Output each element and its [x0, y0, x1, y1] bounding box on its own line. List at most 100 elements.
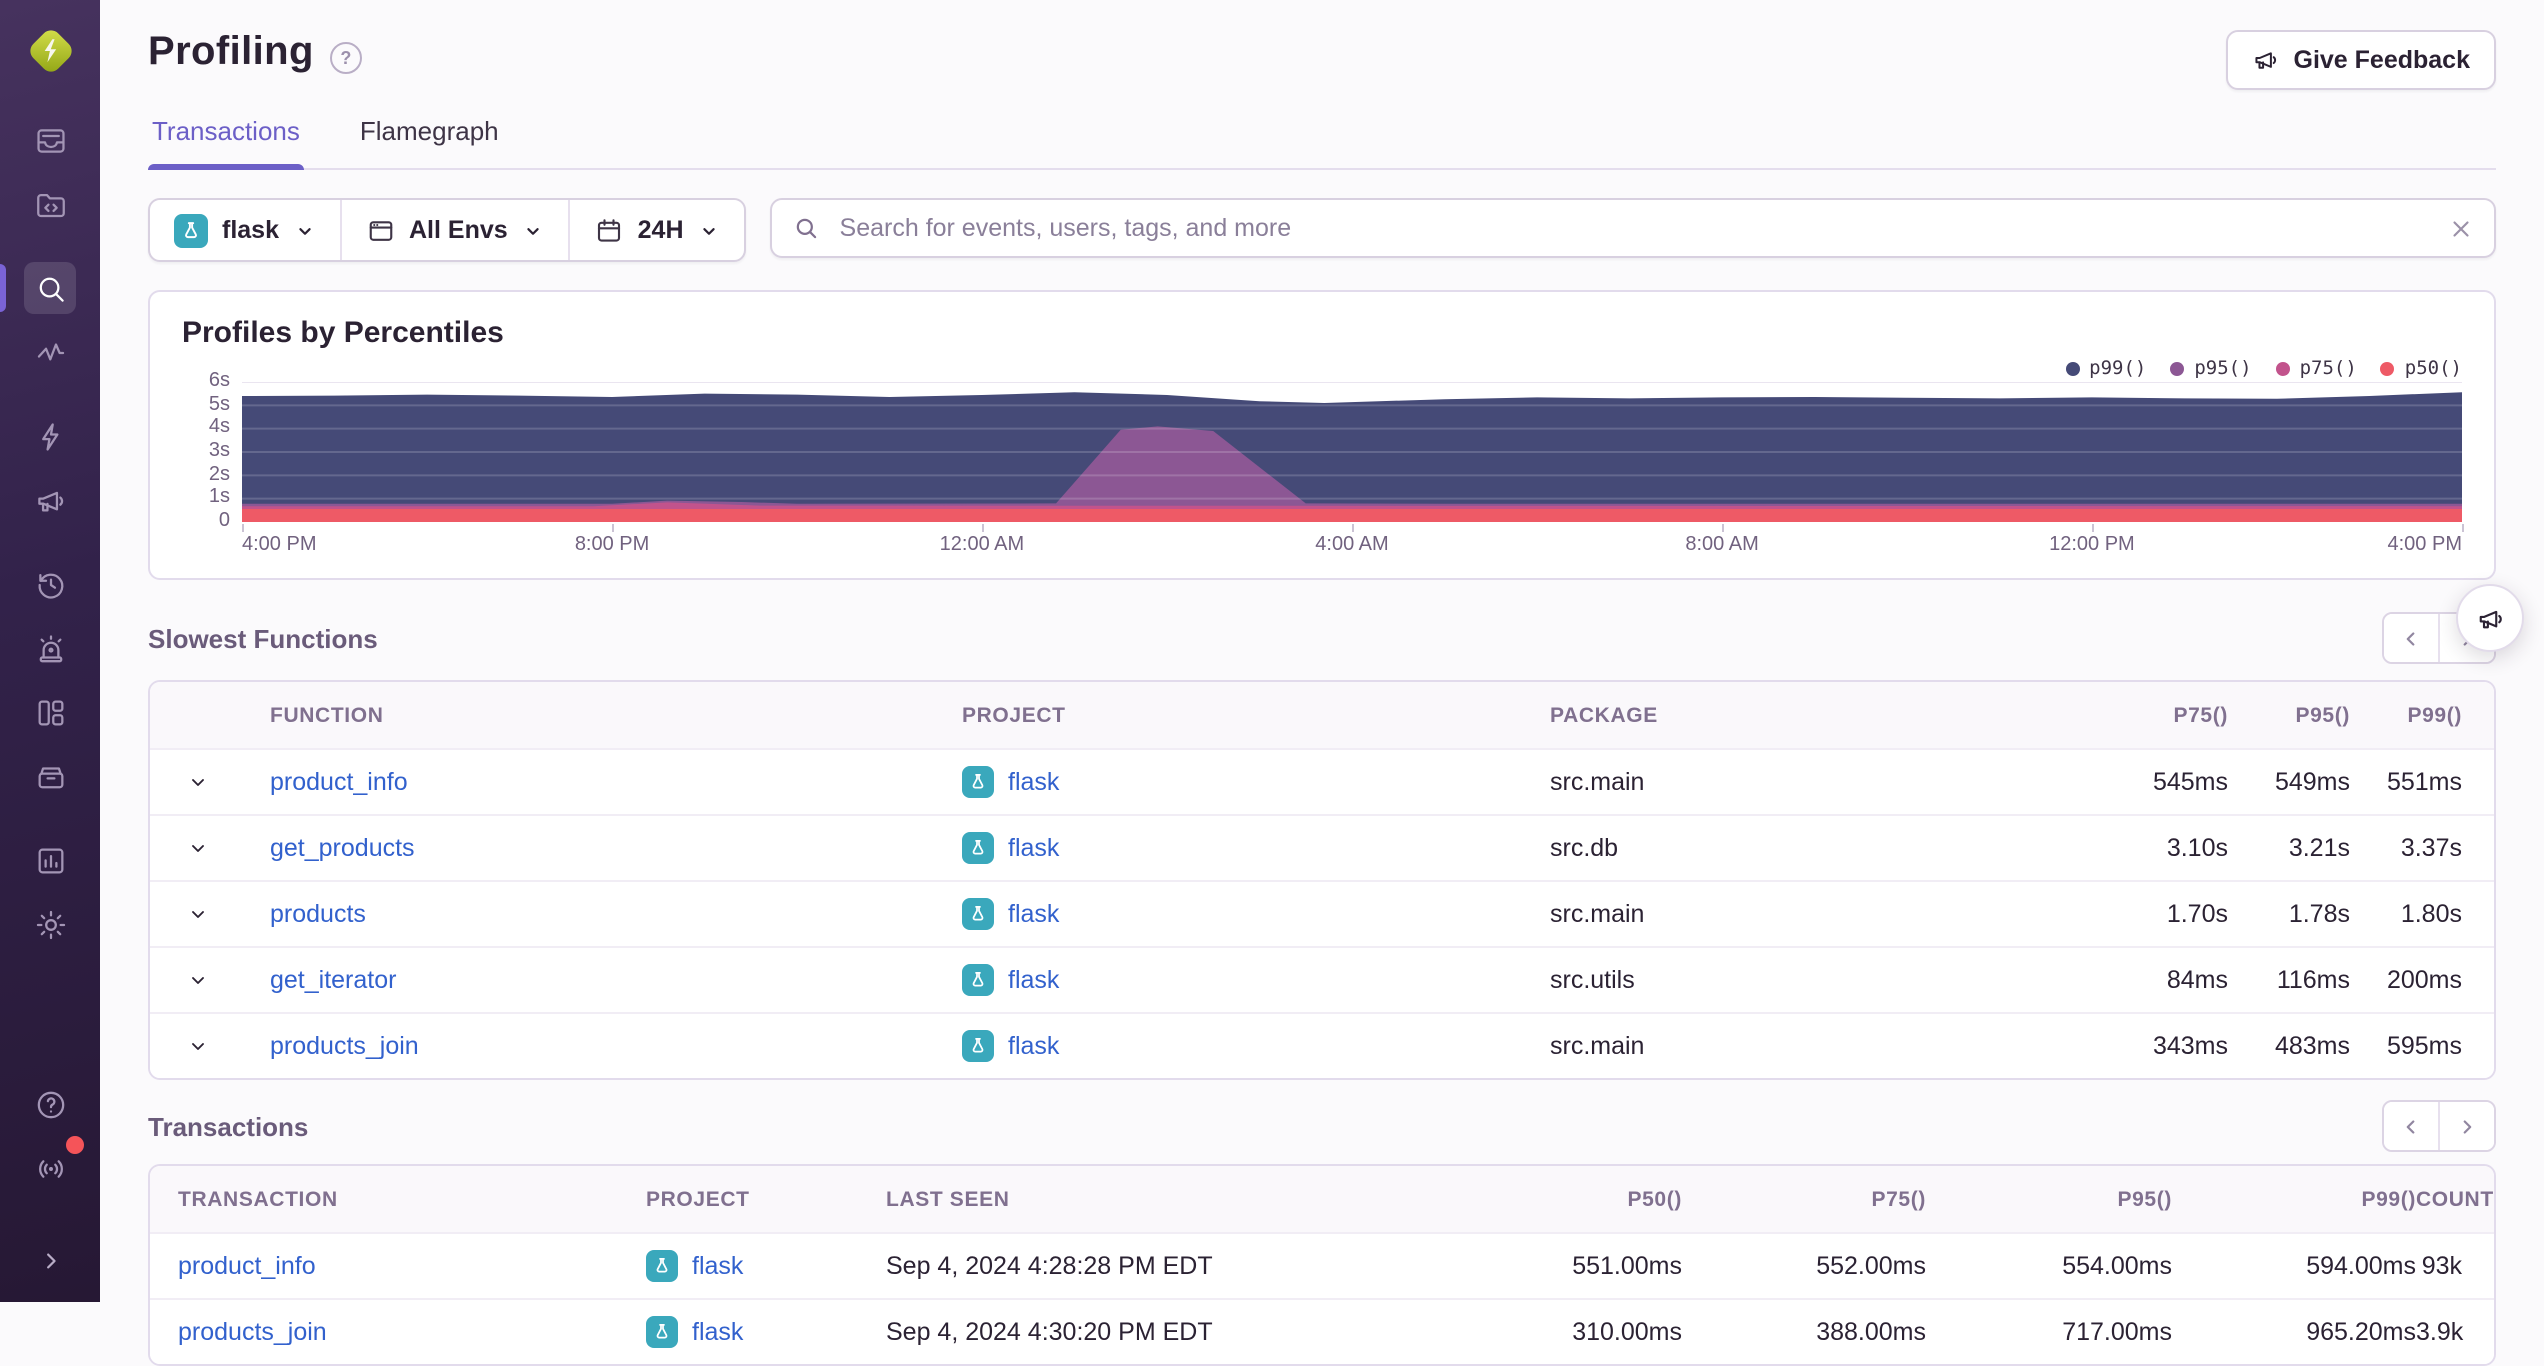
tab-transactions[interactable]: Transactions [148, 116, 304, 170]
search-icon [796, 218, 816, 239]
x-axis: 4:00 PM 8:00 PM 12:00 AM 4:00 AM 8:00 AM 12:0… [242, 524, 2464, 562]
help-circle-icon[interactable] [329, 41, 362, 73]
project-link[interactable]: flask [1008, 834, 1059, 862]
p99-value: 965.20ms [2306, 1318, 2416, 1346]
function-link[interactable]: products [270, 900, 366, 928]
sidebar-item-issues[interactable] [24, 114, 76, 166]
filter-bar: flask All Envs 24H [148, 198, 2496, 262]
sidebar-item-search[interactable] [0, 262, 76, 314]
sidebar-item-replays[interactable] [24, 558, 76, 610]
sidebar-item-help[interactable] [24, 1078, 76, 1130]
function-row[interactable]: products_join flask src.main 343ms 483ms 595m… [150, 1012, 2494, 1078]
chev-down-icon [192, 779, 204, 786]
p95-value: 483ms [2274, 1032, 2350, 1060]
sidebar-item-explore[interactable] [24, 178, 76, 230]
project-link[interactable]: flask [692, 1318, 743, 1346]
sidebar-item-stats[interactable] [24, 834, 76, 886]
function-row[interactable]: products flask src.main 1.70s 1.78s 1.80s [150, 880, 2494, 946]
transaction-row[interactable]: product_info flask Sep 4, 2024 4:28:28 PM … [150, 1232, 2494, 1298]
y-axis-label: 0 [218, 510, 230, 532]
legend-item[interactable]: p95() [2170, 358, 2252, 380]
legend-item[interactable]: p75() [2275, 358, 2357, 380]
column-header-p99[interactable]: P99() [2350, 703, 2494, 727]
function-row[interactable]: get_products flask src.db 3.10s 3.21s 3.37s [150, 814, 2494, 880]
x-axis-label: 8:00 AM [1685, 534, 1759, 556]
y-axis-label: 1s [208, 486, 230, 508]
sidebar-item-collapse[interactable] [24, 1234, 76, 1286]
column-header-project: PROJECT [646, 1187, 750, 1211]
prev-page-button[interactable] [2384, 614, 2438, 662]
column-header-p95[interactable]: P95() [2228, 703, 2350, 727]
column-header-p50[interactable]: P50() [1442, 1187, 1682, 1211]
chev-down-icon [192, 977, 204, 984]
project-link[interactable]: flask [1008, 768, 1059, 796]
sidebar-item-whats-new[interactable] [24, 1136, 84, 1194]
feedback-widget-button[interactable] [2456, 584, 2524, 652]
flask-icon [972, 971, 984, 987]
project-link[interactable]: flask [692, 1252, 743, 1280]
percentiles-chart[interactable]: 6s 5s 4s 3s 2s 1s 0 4:00 PM 8:00 PM 12:00 AM 4:00 … [209, 370, 2464, 562]
legend-item[interactable]: p50() [2380, 358, 2462, 380]
chevron-left-icon [2406, 631, 2415, 645]
expand-row-button[interactable] [150, 836, 246, 860]
date-range-filter[interactable]: 24H [567, 200, 744, 260]
project-link[interactable]: flask [1008, 966, 1059, 994]
clear-search-icon[interactable] [2448, 215, 2474, 241]
transaction-link[interactable]: products_join [178, 1318, 327, 1346]
column-header-p95[interactable]: P95() [1926, 1187, 2172, 1211]
function-row[interactable]: product_info flask src.main 545ms 549ms 551ms [150, 748, 2494, 814]
axis-tick [612, 524, 615, 532]
column-header-p99[interactable]: P99() [2172, 1187, 2416, 1211]
column-header-last-seen: LAST SEEN [886, 1187, 1010, 1211]
p99-value: 200ms [2386, 966, 2462, 994]
column-header-p75[interactable]: P75() [2048, 703, 2228, 727]
sidebar-bottom [0, 1066, 100, 1302]
org-logo-icon [29, 30, 71, 72]
column-header-transaction: TRANSACTION [178, 1187, 338, 1211]
legend-item[interactable]: p99() [2065, 358, 2146, 380]
legend-label: p75() [2299, 358, 2357, 380]
give-feedback-button[interactable]: Give Feedback [2225, 30, 2496, 90]
area-series [242, 509, 2462, 522]
sidebar-item-settings[interactable] [24, 898, 76, 950]
project-link[interactable]: flask [1008, 900, 1059, 928]
next-page-button[interactable] [2438, 1102, 2494, 1150]
project-filter[interactable]: flask [150, 200, 339, 260]
sidebar-item-dashboards[interactable] [24, 686, 76, 738]
environment-filter[interactable]: All Envs [339, 200, 568, 260]
org-logo[interactable] [23, 24, 77, 78]
flask-icon [972, 773, 984, 789]
chart-plot-area[interactable] [242, 382, 2462, 522]
p95-value: 3.21s [2288, 834, 2350, 862]
prev-page-button[interactable] [2384, 1102, 2438, 1150]
whats-new-icon [38, 1159, 62, 1177]
expand-row-button[interactable] [150, 1034, 246, 1058]
p95-value: 554.00ms [2062, 1252, 2172, 1280]
column-header-p75[interactable]: P75() [1682, 1187, 1926, 1211]
transaction-link[interactable]: product_info [178, 1252, 316, 1280]
tab-flamegraph[interactable]: Flamegraph [356, 116, 503, 168]
function-link[interactable]: get_iterator [270, 966, 396, 994]
stats-icon [37, 847, 63, 873]
p95-value: 1.78s [2288, 900, 2350, 928]
environment-filter-label: All Envs [409, 216, 508, 244]
function-row[interactable]: get_iterator flask src.utils 84ms 116ms 200ms [150, 946, 2494, 1012]
sidebar-item-quick-start[interactable] [24, 410, 76, 462]
sidebar-item-traces[interactable] [24, 326, 76, 378]
flask-icon [972, 1037, 984, 1053]
transaction-row[interactable]: products_join flask Sep 4, 2024 4:30:20 PM… [150, 1298, 2494, 1364]
project-link[interactable]: flask [1008, 1032, 1059, 1060]
chev-down-icon [192, 911, 204, 918]
search-input[interactable] [835, 212, 2432, 244]
column-header-count[interactable]: COUNT()↓ [2416, 1187, 2494, 1211]
project-cell: flask [938, 832, 1526, 864]
sidebar-item-alerts[interactable] [24, 622, 76, 674]
sidebar-item-releases[interactable] [24, 750, 76, 802]
function-link[interactable]: get_products [270, 834, 415, 862]
expand-row-button[interactable] [150, 902, 246, 926]
function-link[interactable]: products_join [270, 1032, 419, 1060]
expand-row-button[interactable] [150, 968, 246, 992]
function-link[interactable]: product_info [270, 768, 408, 796]
sidebar-item-feedback[interactable] [24, 474, 76, 526]
expand-row-button[interactable] [150, 770, 246, 794]
